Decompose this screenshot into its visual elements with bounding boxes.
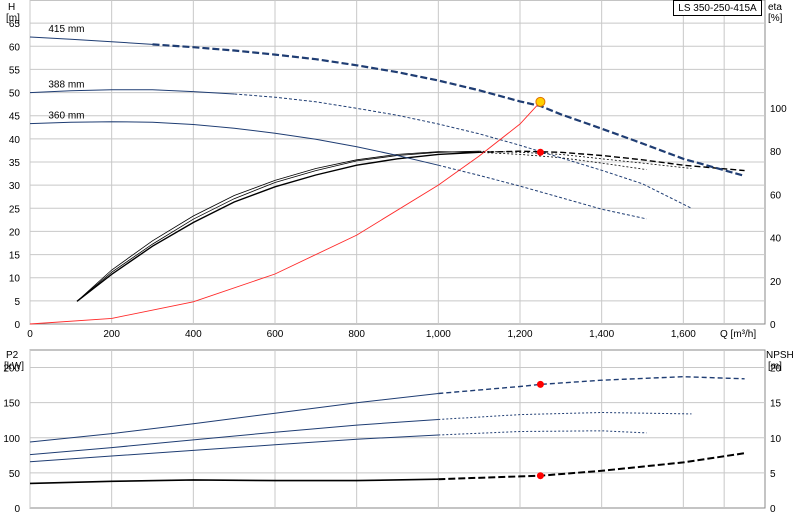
impeller-diameter-label: 360 mm xyxy=(48,111,84,122)
npsh-axis-label: NPSH xyxy=(766,350,794,361)
y-tick-label-head: 35 xyxy=(9,158,21,169)
y-tick-label-power: 50 xyxy=(9,469,21,480)
impeller-diameter-label: 388 mm xyxy=(48,80,84,91)
eta-axis-label: eta xyxy=(768,2,782,13)
plot-frame xyxy=(29,349,766,509)
y-tick-label-npsh: 5 xyxy=(770,469,776,480)
x-tick-label: 1,000 xyxy=(426,329,451,340)
y-tick-label-power: 0 xyxy=(14,504,20,515)
y-tick-label-head: 5 xyxy=(14,297,20,308)
power-axis-unit: [kW] xyxy=(4,361,24,372)
x-tick-label: 1,400 xyxy=(589,329,614,340)
y-tick-label-npsh: 0 xyxy=(770,504,776,515)
npsh-duty-point xyxy=(536,472,544,480)
x-tick-label: 1,600 xyxy=(671,329,696,340)
y-tick-label-head: 60 xyxy=(9,42,21,53)
y-tick-label-power: 100 xyxy=(3,434,20,445)
y-tick-label-eta: 80 xyxy=(770,147,782,158)
y-tick-label-head: 20 xyxy=(9,227,21,238)
y-tick-label-head: 40 xyxy=(9,135,21,146)
y-tick-label-eta: 20 xyxy=(770,277,782,288)
flow-axis-label: Q [m³/h] xyxy=(720,329,756,340)
y-tick-label-eta: 100 xyxy=(770,104,787,115)
y-tick-label-head: 25 xyxy=(9,204,21,215)
model-label: LS 350-250-415A xyxy=(673,0,762,16)
y-tick-label-head: 50 xyxy=(9,89,21,100)
y-tick-label-head: 15 xyxy=(9,251,21,262)
y-tick-label-head: 45 xyxy=(9,112,21,123)
efficiency-duty-point xyxy=(536,148,544,156)
eta-axis-unit: [%] xyxy=(768,13,783,24)
y-tick-label-head: 30 xyxy=(9,181,21,192)
power-npsh-plot: 05010015020005101520 xyxy=(3,349,782,515)
y-tick-label-power: 150 xyxy=(3,399,20,410)
y-tick-label-head: 0 xyxy=(14,320,20,331)
y-tick-label-eta: 60 xyxy=(770,190,782,201)
y-tick-label-head: 55 xyxy=(9,65,21,76)
head-axis-unit: [m] xyxy=(6,13,20,24)
x-tick-label: 400 xyxy=(185,329,202,340)
pump-performance-chart: 0 200 400 600 800 1,000 1,200 1,400 1,6000510152… xyxy=(3,0,794,515)
impeller-diameter-label: 415 mm xyxy=(48,24,84,35)
y-tick-label-npsh: 10 xyxy=(770,434,782,445)
y-tick-label-npsh: 15 xyxy=(770,399,782,410)
x-tick-label: 200 xyxy=(103,329,120,340)
y-tick-label-head: 10 xyxy=(9,274,21,285)
power-axis-label: P2 xyxy=(6,350,19,361)
x-tick-label: 600 xyxy=(267,329,284,340)
performance-plot: 0 200 400 600 800 1,000 1,200 1,400 1,6000510152… xyxy=(9,0,787,340)
x-tick-label: 1,200 xyxy=(507,329,532,340)
y-tick-label-eta: 40 xyxy=(770,234,782,245)
x-tick-label: 800 xyxy=(348,329,365,340)
duty-point xyxy=(535,96,546,107)
npsh-axis-unit: [m] xyxy=(768,361,782,372)
head-axis-label: H xyxy=(8,2,15,13)
y-tick-label-eta: 0 xyxy=(770,320,776,331)
x-tick-label: 0 xyxy=(27,329,33,340)
power-duty-point xyxy=(536,380,544,388)
